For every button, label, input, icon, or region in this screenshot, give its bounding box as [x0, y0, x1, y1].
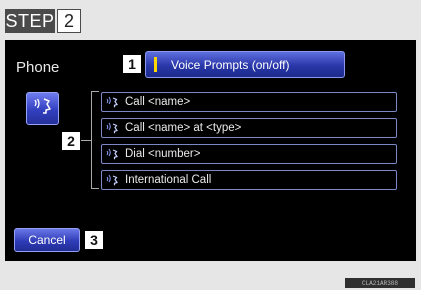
- indicator-bar: [154, 57, 157, 72]
- command-label: Dial <number>: [125, 148, 201, 160]
- phone-voice-screen: Phone 1 Voice Prompts (on/off) 2 Call <n…: [5, 40, 416, 261]
- voice-command-icon: [32, 95, 54, 122]
- commands-bracket: [91, 91, 99, 189]
- voice-command-small-icon: [106, 122, 120, 134]
- step-number: 2: [57, 9, 81, 33]
- command-label: International Call: [125, 174, 212, 186]
- command-label: Call <name> at <type>: [125, 122, 242, 134]
- page-title: Phone: [16, 59, 60, 76]
- callout-2: 2: [62, 132, 80, 150]
- step-label: STEP: [5, 9, 55, 33]
- image-code: CLA21AR388: [345, 278, 415, 288]
- callout-3: 3: [85, 231, 103, 249]
- voice-command-button[interactable]: [26, 92, 59, 125]
- voice-prompts-label: Voice Prompts (on/off): [171, 57, 290, 72]
- command-dial-number[interactable]: Dial <number>: [101, 144, 397, 164]
- command-call-name[interactable]: Call <name>: [101, 92, 397, 112]
- command-label: Call <name>: [125, 96, 191, 108]
- voice-prompts-button[interactable]: Voice Prompts (on/off): [145, 51, 345, 78]
- voice-command-small-icon: [106, 174, 120, 186]
- bracket-connector: [81, 140, 91, 141]
- command-call-name-at-type[interactable]: Call <name> at <type>: [101, 118, 397, 138]
- voice-command-small-icon: [106, 148, 120, 160]
- command-international-call[interactable]: International Call: [101, 170, 397, 190]
- callout-1: 1: [123, 55, 141, 73]
- cancel-button[interactable]: Cancel: [14, 228, 80, 252]
- voice-command-small-icon: [106, 96, 120, 108]
